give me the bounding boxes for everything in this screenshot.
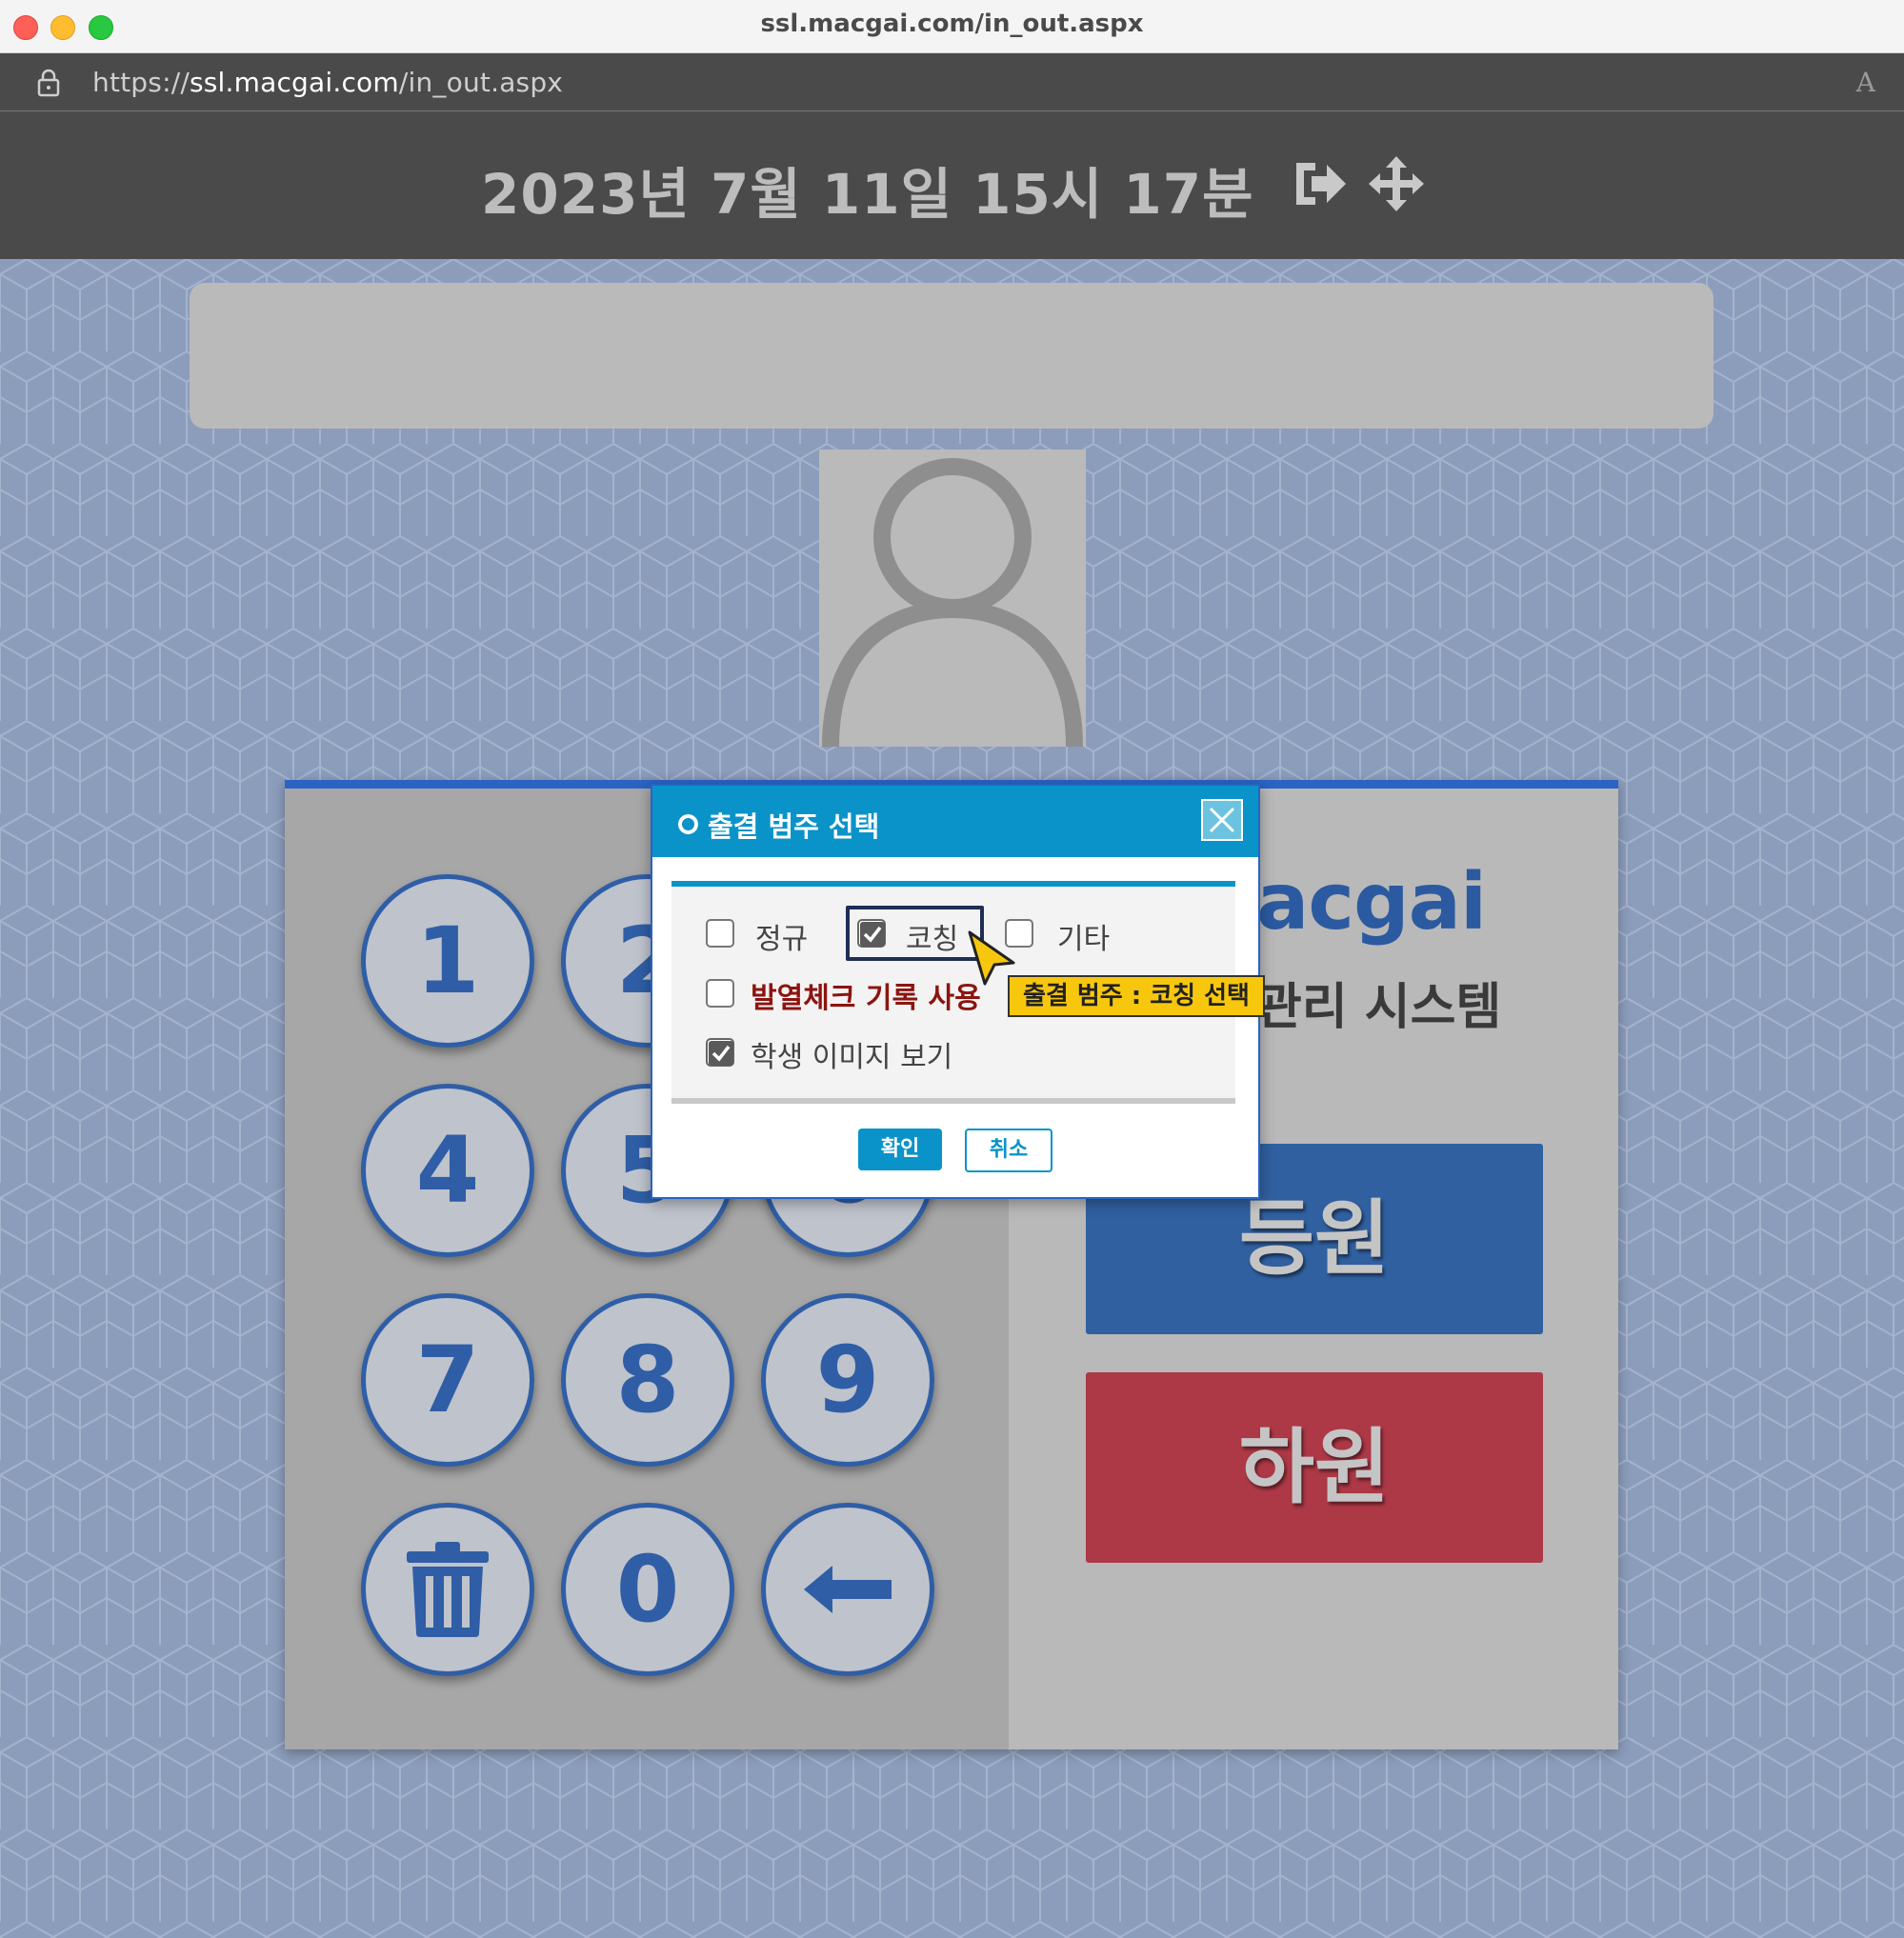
- reader-icon[interactable]: A: [1856, 67, 1875, 98]
- key-8[interactable]: 8: [561, 1293, 734, 1467]
- brand-logo: acgai: [1256, 857, 1487, 948]
- app-header: 2023년 7월 11일 15시 17분: [0, 111, 1904, 259]
- key-4[interactable]: 4: [361, 1084, 534, 1257]
- url-scheme: https://: [92, 67, 190, 98]
- message-banner: [190, 283, 1714, 429]
- person-silhouette-icon: [822, 458, 1083, 747]
- checkbox-coaching[interactable]: [857, 919, 886, 948]
- cancel-button[interactable]: 취소: [965, 1129, 1052, 1172]
- current-datetime: 2023년 7월 11일 15시 17분: [481, 162, 1254, 227]
- key-7[interactable]: 7: [361, 1293, 534, 1467]
- checkmark-icon: [709, 1041, 733, 1066]
- fever-check-label: 발열체크 기록 사용: [751, 982, 981, 1015]
- system-name: 관리 시스템: [1256, 979, 1502, 1036]
- dialog-header: 출결 범주 선택: [652, 786, 1258, 857]
- dialog-close-button[interactable]: [1201, 799, 1243, 841]
- sign-out-icon[interactable]: [1291, 157, 1350, 210]
- student-avatar: [819, 450, 1086, 747]
- window-titlebar: ssl.macgai.com/in_out.aspx: [0, 0, 1904, 53]
- bullet-icon: [678, 814, 698, 834]
- key-9[interactable]: 9: [761, 1293, 934, 1467]
- check-out-button[interactable]: 하원: [1086, 1372, 1543, 1563]
- option-label-coaching: 코칭: [906, 923, 959, 956]
- url-host: ssl.macgai.com: [189, 67, 399, 98]
- window-title: ssl.macgai.com/in_out.aspx: [760, 10, 1144, 38]
- key-1[interactable]: 1: [361, 874, 534, 1048]
- tooltip: 출결 범주 : 코칭 선택: [1008, 975, 1265, 1017]
- url-path: /in_out.aspx: [398, 67, 564, 98]
- move-icon[interactable]: [1367, 154, 1426, 213]
- backspace-key[interactable]: [761, 1503, 934, 1676]
- option-label-other: 기타: [1057, 923, 1111, 956]
- checkmark-icon: [860, 922, 885, 947]
- confirm-button[interactable]: 확인: [858, 1129, 942, 1170]
- option-label-regular: 정규: [755, 923, 809, 956]
- checkbox-regular[interactable]: [706, 919, 734, 948]
- url-text[interactable]: https://ssl.macgai.com/in_out.aspx: [92, 67, 563, 98]
- show-image-label: 학생 이미지 보기: [751, 1041, 953, 1074]
- dialog-title: 출결 범주 선택: [708, 810, 880, 843]
- clear-key[interactable]: [361, 1503, 534, 1676]
- arrow-left-icon: [804, 1566, 892, 1613]
- address-bar[interactable]: https://ssl.macgai.com/in_out.aspx A: [0, 53, 1904, 111]
- trash-icon: [407, 1542, 489, 1637]
- key-0[interactable]: 0: [561, 1503, 734, 1676]
- close-icon: [1209, 807, 1235, 833]
- lock-icon: [37, 69, 60, 97]
- checkbox-fever-check[interactable]: [706, 979, 734, 1008]
- checkbox-show-image[interactable]: [706, 1038, 734, 1067]
